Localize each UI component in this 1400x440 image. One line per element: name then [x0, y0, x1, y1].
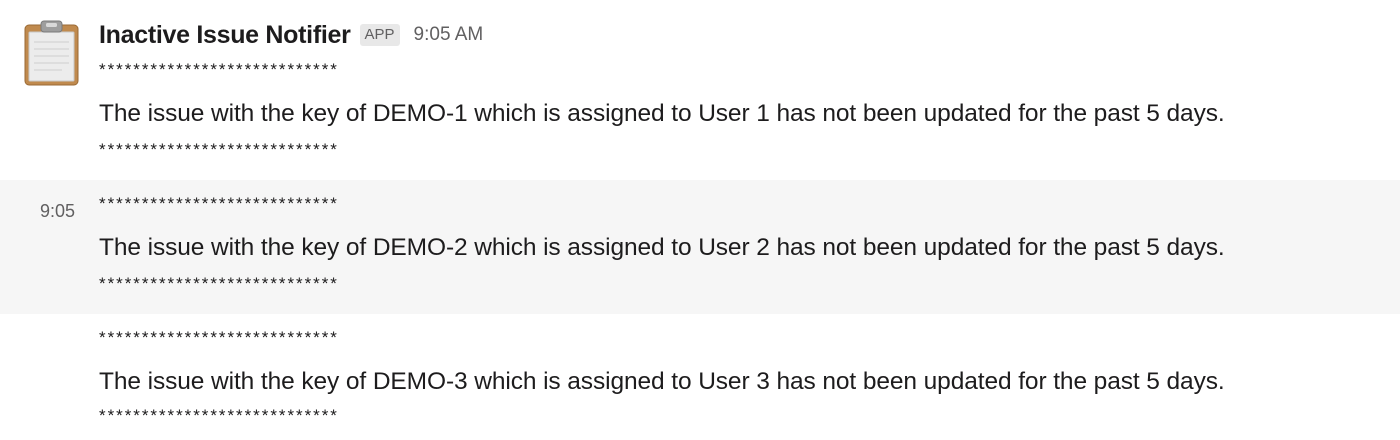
message[interactable]: Inactive Issue Notifier APP 9:05 AM ****… [0, 0, 1400, 180]
hover-timestamp[interactable]: 9:05 [40, 201, 75, 222]
separator-bottom: **************************** [99, 274, 339, 293]
message-timestamp[interactable]: 9:05 AM [414, 24, 484, 46]
sender-name[interactable]: Inactive Issue Notifier [99, 21, 351, 50]
message-text: The issue with the key of DEMO-2 which i… [99, 234, 1225, 261]
message-text: The issue with the key of DEMO-1 which i… [99, 100, 1225, 127]
clipboard-icon[interactable] [24, 20, 79, 86]
separator-bottom: **************************** [99, 140, 339, 159]
separator-top: **************************** [99, 194, 339, 213]
message-text: The issue with the key of DEMO-3 which i… [99, 368, 1225, 395]
separator-top: **************************** [99, 60, 339, 79]
app-badge: APP [359, 24, 400, 46]
separator-top: **************************** [99, 328, 339, 347]
message[interactable]: 9:05 **************************** The is… [0, 180, 1400, 314]
message[interactable]: **************************** The issue w… [0, 314, 1400, 440]
message-feed: Inactive Issue Notifier APP 9:05 AM ****… [0, 0, 1400, 440]
separator-bottom: **************************** [99, 406, 339, 425]
message-header: Inactive Issue Notifier APP 9:05 AM [99, 20, 483, 50]
